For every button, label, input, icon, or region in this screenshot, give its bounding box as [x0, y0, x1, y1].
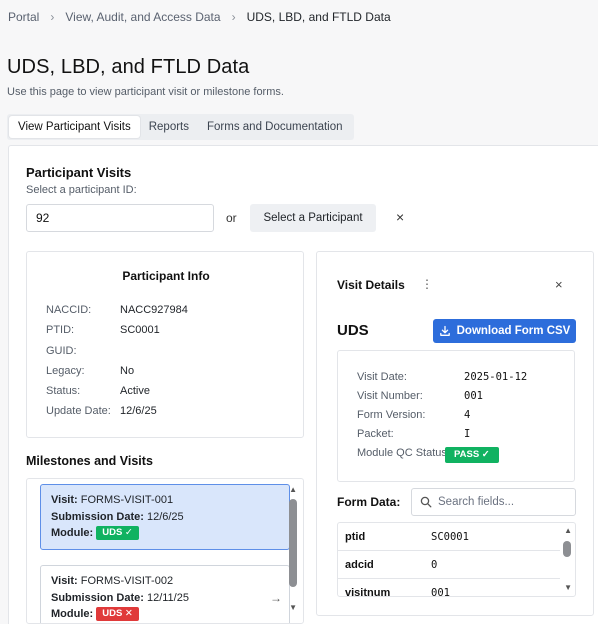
- form-version-value: 4: [464, 409, 471, 421]
- participant-info-card: Participant Info NACCID: NACC927984 PTID…: [26, 251, 304, 438]
- field-value: SC0001: [431, 531, 469, 543]
- module-line: Module: UDS ✕: [51, 606, 279, 623]
- packet-label: Packet:: [357, 428, 394, 440]
- milestones-list: Visit: FORMS-VISIT-001 Submission Date: …: [26, 478, 304, 624]
- field-value: 0: [431, 559, 438, 571]
- participant-info-title: Participant Info: [122, 269, 210, 283]
- close-icon[interactable]: ×: [555, 277, 563, 292]
- table-row: ptid SC0001: [338, 523, 560, 551]
- visit-date-value: 2025-01-12: [464, 371, 528, 383]
- info-label-naccid: NACCID:: [46, 304, 92, 316]
- info-label-update-date: Update Date:: [46, 405, 111, 417]
- info-label-ptid: PTID:: [46, 324, 75, 336]
- select-participant-button[interactable]: Select a Participant: [250, 204, 376, 232]
- module-line: Module: UDS ✓: [51, 525, 279, 542]
- info-label-status: Status:: [46, 385, 81, 397]
- module-fail-badge: UDS ✕: [96, 607, 139, 621]
- scrollbar-thumb[interactable]: [289, 499, 297, 587]
- tab-bar: View Participant Visits Reports Forms an…: [7, 114, 354, 140]
- qc-status-label: Module QC Status:: [357, 447, 450, 459]
- visit-label: Visit:: [51, 494, 78, 506]
- participant-id-input[interactable]: [26, 204, 214, 232]
- submission-date: 12/6/25: [146, 510, 184, 523]
- visit-line: Visit: FORMS-VISIT-001: [51, 492, 279, 509]
- tab-forms-documentation[interactable]: Forms and Documentation: [198, 116, 352, 138]
- submission-label: Submission Date:: [51, 510, 144, 523]
- tab-view-participant-visits[interactable]: View Participant Visits: [9, 116, 140, 138]
- clear-selection-close-icon[interactable]: ×: [396, 209, 404, 225]
- milestones-title: Milestones and Visits: [26, 454, 153, 468]
- table-row: adcid 0: [338, 551, 560, 579]
- breadcrumb-view-audit[interactable]: View, Audit, and Access Data: [65, 10, 220, 24]
- scroll-down-icon[interactable]: ▼: [564, 583, 572, 592]
- info-label-guid: GUID:: [46, 345, 77, 357]
- info-value-legacy: No: [120, 365, 135, 377]
- visit-details-title: Visit Details: [337, 278, 405, 292]
- search-fields-input[interactable]: [438, 496, 568, 508]
- visit-info-panel: Visit Date: 2025-01-12 Visit Number: 001…: [337, 350, 575, 482]
- visit-number-value: 001: [464, 390, 483, 402]
- page-subtitle: Use this page to view participant visit …: [7, 86, 284, 98]
- info-value-naccid: NACC927984: [120, 304, 188, 316]
- info-value-update-date: 12/6/25: [120, 405, 157, 417]
- submission-date: 12/11/25: [146, 591, 189, 604]
- form-data-table: ptid SC0001 adcid 0 visitnum 001 ▲ ▼: [337, 522, 576, 597]
- kebab-menu-icon[interactable]: ⋮: [421, 277, 433, 291]
- participant-visits-title: Participant Visits: [26, 165, 132, 180]
- form-version-label: Form Version:: [357, 409, 426, 421]
- visit-card-selected[interactable]: Visit: FORMS-VISIT-001 Submission Date: …: [40, 484, 290, 550]
- breadcrumb-separator-icon: ›: [50, 10, 55, 24]
- module-label: Module:: [51, 608, 94, 620]
- table-row: visitnum 001: [338, 579, 560, 597]
- scrollbar-thumb[interactable]: [563, 541, 571, 557]
- field-key: visitnum: [345, 587, 391, 597]
- form-data-search[interactable]: [411, 488, 576, 516]
- visit-id: FORMS-VISIT-001: [80, 494, 174, 506]
- scroll-down-icon[interactable]: ▼: [289, 603, 297, 612]
- tab-reports[interactable]: Reports: [140, 116, 198, 138]
- download-icon: [439, 325, 450, 336]
- breadcrumb-current: UDS, LBD, and FTLD Data: [246, 10, 391, 24]
- scroll-up-icon[interactable]: ▲: [564, 526, 572, 535]
- visit-label: Visit:: [51, 575, 78, 587]
- page-title: UDS, LBD, and FTLD Data: [7, 56, 250, 78]
- participant-id-prompt: Select a participant ID:: [26, 184, 137, 196]
- download-form-csv-button[interactable]: Download Form CSV: [433, 319, 576, 343]
- visit-date-label: Visit Date:: [357, 371, 407, 383]
- scroll-up-icon[interactable]: ▲: [289, 485, 297, 494]
- module-heading: UDS: [337, 322, 369, 339]
- info-label-legacy: Legacy:: [46, 365, 85, 377]
- info-value-status: Active: [120, 385, 150, 397]
- info-value-ptid: SC0001: [120, 324, 160, 336]
- visit-id: FORMS-VISIT-002: [80, 575, 174, 587]
- visit-line: Visit: FORMS-VISIT-002: [51, 573, 279, 590]
- breadcrumb: Portal › View, Audit, and Access Data › …: [8, 10, 391, 24]
- visit-details-card: Visit Details ⋮ × UDS Download Form CSV …: [316, 251, 594, 616]
- packet-value: I: [464, 428, 471, 440]
- download-button-label: Download Form CSV: [456, 325, 571, 337]
- breadcrumb-portal[interactable]: Portal: [8, 10, 39, 24]
- visit-number-label: Visit Number:: [357, 390, 423, 402]
- field-value: 001: [431, 587, 450, 597]
- search-icon: [420, 496, 432, 508]
- submission-label: Submission Date:: [51, 591, 144, 604]
- field-key: ptid: [345, 531, 366, 543]
- qc-status-pass-badge: PASS ✓: [445, 447, 499, 463]
- form-data-label: Form Data:: [337, 495, 401, 509]
- breadcrumb-separator-icon: ›: [231, 10, 236, 24]
- visit-card[interactable]: Visit: FORMS-VISIT-002 Submission Date: …: [40, 565, 290, 623]
- or-label: or: [226, 211, 237, 225]
- module-label: Module:: [51, 527, 94, 539]
- field-key: adcid: [345, 559, 374, 571]
- module-pass-badge: UDS ✓: [96, 526, 139, 540]
- submission-line: Submission Date: 12/11/25: [51, 590, 279, 607]
- arrow-right-icon[interactable]: →: [270, 591, 282, 605]
- submission-line: Submission Date: 12/6/25: [51, 509, 279, 526]
